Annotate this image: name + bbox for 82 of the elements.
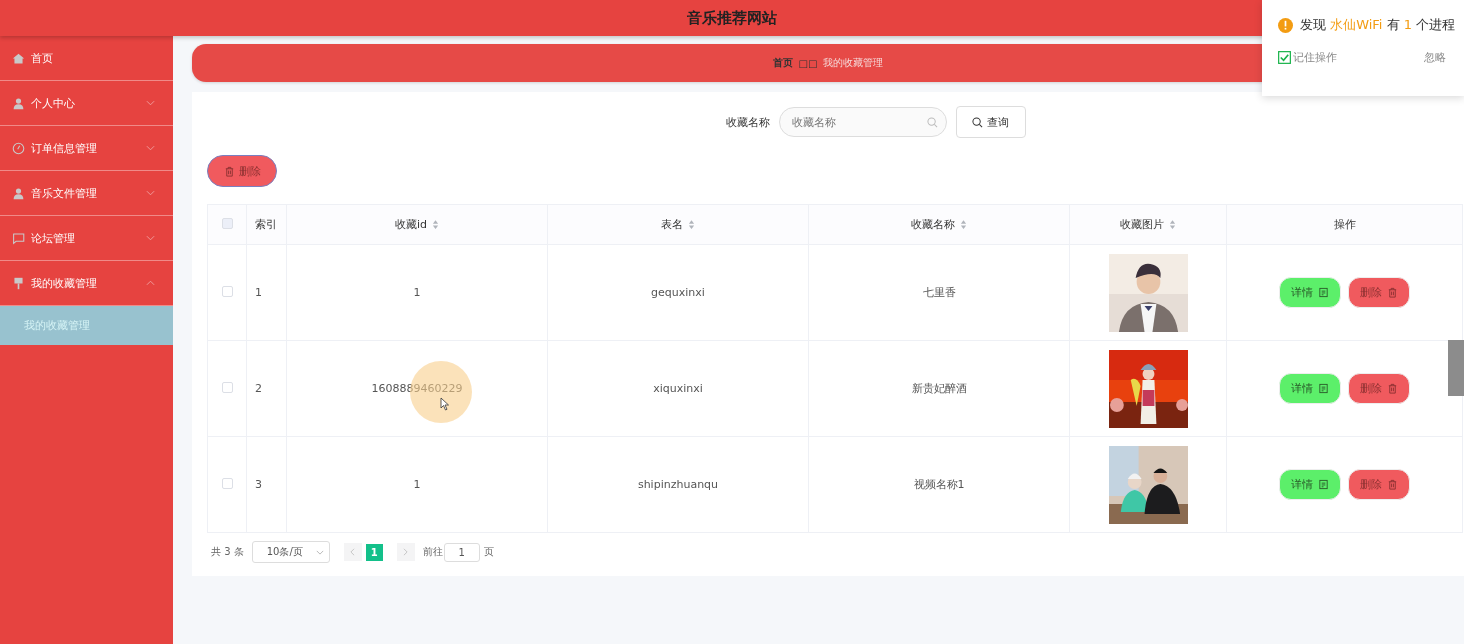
sort-icon bbox=[1169, 219, 1176, 230]
table-cell: 视频名称1 bbox=[913, 478, 965, 491]
trash-icon bbox=[223, 165, 235, 177]
column-header[interactable]: 收藏图片 bbox=[1120, 217, 1176, 232]
row-checkbox[interactable] bbox=[221, 477, 233, 489]
site-title: 音乐推荐网站 bbox=[687, 8, 777, 28]
column-header[interactable]: 收藏名称 bbox=[911, 217, 967, 232]
info-icon bbox=[1278, 17, 1293, 33]
caret-icon bbox=[315, 549, 324, 555]
column-header[interactable]: 操作 bbox=[1333, 217, 1356, 232]
chevron-right-icon bbox=[403, 548, 409, 556]
pin-icon bbox=[12, 276, 25, 290]
page-input[interactable]: 1 bbox=[443, 542, 480, 562]
chevron-icon bbox=[146, 190, 155, 196]
document-icon bbox=[1318, 383, 1329, 394]
trash-icon bbox=[1387, 383, 1398, 394]
document-icon bbox=[1318, 479, 1329, 490]
search-icon bbox=[926, 117, 938, 128]
delete-button[interactable]: 删除 bbox=[1348, 469, 1410, 500]
chevron-icon bbox=[146, 280, 155, 286]
scrollbar-thumb[interactable] bbox=[1448, 340, 1464, 396]
notification-message: 发现 水仙WiFi 有 1 个进程 bbox=[1300, 16, 1456, 34]
user-icon bbox=[12, 186, 25, 200]
breadcrumb-separator: □□ bbox=[798, 57, 818, 69]
table-cell: 七里香 bbox=[922, 286, 956, 299]
sidebar-item[interactable]: 音乐文件管理 bbox=[0, 171, 173, 216]
query-button[interactable]: 查询 bbox=[955, 106, 1026, 138]
search-label: 收藏名称 bbox=[725, 114, 770, 130]
detail-button[interactable]: 详情 bbox=[1279, 373, 1341, 404]
chevron-icon bbox=[146, 145, 155, 151]
goto-label: 前往 bbox=[422, 545, 443, 559]
breadcrumb-link[interactable]: 首页 bbox=[772, 56, 793, 70]
sidebar-item[interactable]: 个人中心 bbox=[0, 81, 173, 126]
column-header[interactable]: 收藏id bbox=[394, 217, 439, 232]
page-suffix: 页 bbox=[483, 545, 494, 559]
chevron-left-icon bbox=[350, 548, 356, 556]
previous-page-button[interactable] bbox=[343, 543, 362, 561]
table-cell: 2 bbox=[255, 382, 262, 395]
select-all-checkbox[interactable] bbox=[221, 217, 233, 229]
table-cell: 1 bbox=[413, 478, 421, 491]
detail-button[interactable]: 详情 bbox=[1279, 469, 1341, 500]
sidebar-item[interactable]: 论坛管理 bbox=[0, 216, 173, 261]
chevron-icon bbox=[146, 235, 155, 241]
mouse-pointer-icon bbox=[440, 397, 450, 411]
breadcrumb-current: 我的收藏管理 bbox=[823, 56, 884, 70]
delete-button[interactable]: 删除 bbox=[1348, 373, 1410, 404]
sidebar-item[interactable]: 订单信息管理 bbox=[0, 126, 173, 171]
column-header[interactable]: 表名 bbox=[661, 217, 695, 232]
chat-icon bbox=[12, 231, 25, 245]
sort-icon bbox=[960, 219, 967, 230]
user-icon bbox=[12, 96, 25, 110]
table-cell: gequxinxi bbox=[651, 286, 705, 299]
row-checkbox[interactable] bbox=[221, 285, 233, 297]
sort-icon bbox=[688, 219, 695, 230]
table-cell: 1 bbox=[413, 286, 421, 299]
delete-button[interactable]: 删除 bbox=[1348, 277, 1410, 308]
table-cell: 3 bbox=[255, 478, 262, 491]
row-checkbox[interactable] bbox=[221, 381, 233, 393]
checkbox-icon bbox=[1278, 51, 1291, 64]
compass-icon bbox=[12, 141, 25, 155]
trash-icon bbox=[1387, 479, 1398, 490]
trash-icon bbox=[1387, 287, 1398, 298]
total-count: 共 3 条 bbox=[211, 545, 244, 559]
page-button[interactable]: 1 bbox=[365, 543, 383, 561]
home-icon bbox=[12, 51, 25, 65]
table-cell: 1 bbox=[255, 286, 262, 299]
sidebar-item[interactable]: 首页 bbox=[0, 36, 173, 81]
delete-button[interactable]: 删除 bbox=[207, 155, 277, 187]
page-size-select[interactable]: 10条/页 bbox=[251, 541, 330, 563]
document-icon bbox=[1318, 287, 1329, 298]
ignore-link[interactable]: 忽略 bbox=[1424, 50, 1446, 65]
table-cell: shipinzhuanqu bbox=[637, 478, 719, 491]
search-field[interactable]: 收藏名称 bbox=[778, 107, 947, 137]
column-header[interactable]: 索引 bbox=[255, 217, 277, 232]
next-page-button[interactable] bbox=[396, 543, 415, 561]
remember-checkbox[interactable]: 记住操作 bbox=[1278, 50, 1337, 65]
detail-button[interactable]: 详情 bbox=[1279, 277, 1341, 308]
chevron-icon bbox=[146, 100, 155, 106]
table-cell: 新贵妃醉酒 bbox=[911, 382, 967, 395]
search-icon bbox=[972, 116, 983, 128]
sort-icon bbox=[432, 219, 439, 230]
table-cell: xiquxinxi bbox=[653, 382, 703, 395]
